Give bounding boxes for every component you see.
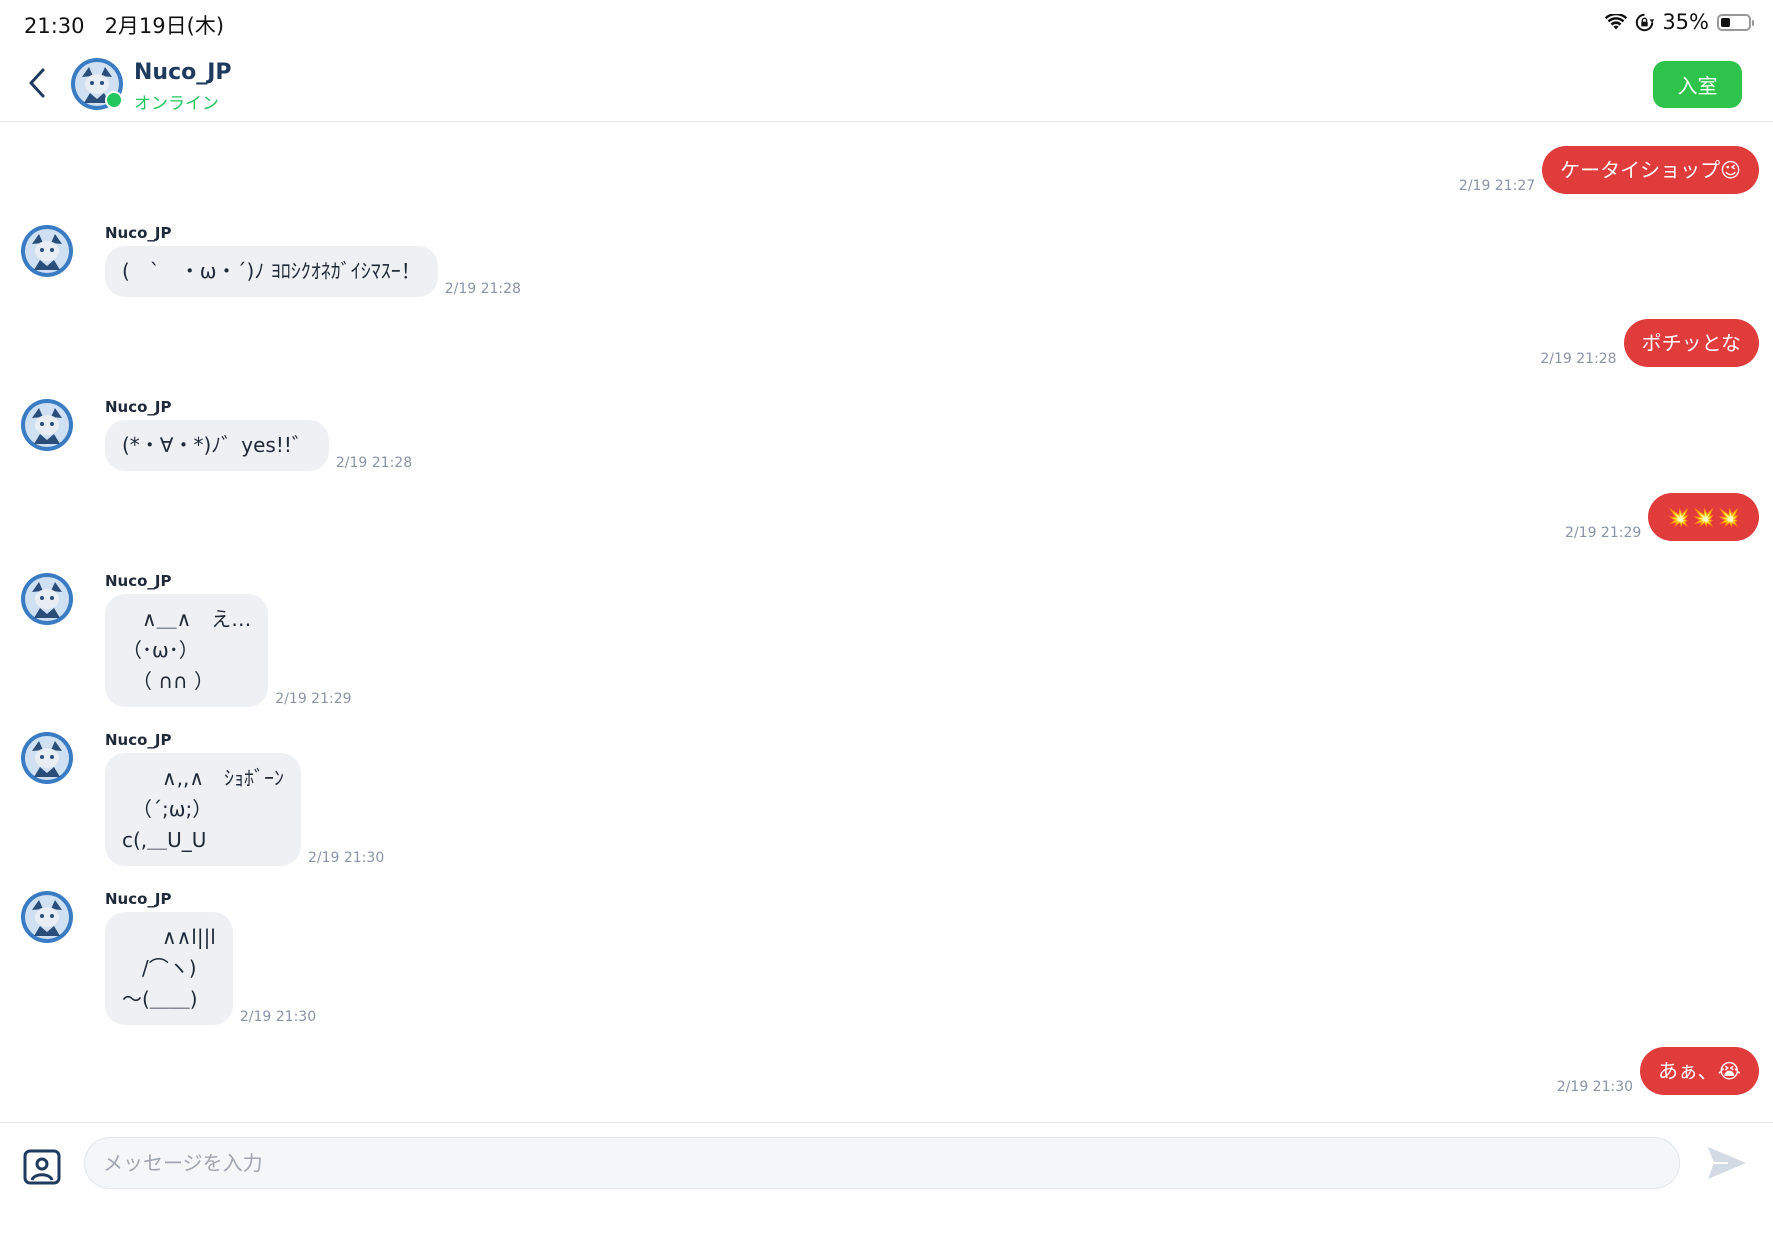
battery-cap (1752, 19, 1754, 26)
message-bubble[interactable]: ∧＿∧ え… （･ω･） （ ∩∩ ） (105, 594, 269, 707)
message-row: ∧∧l||l /⌒ヽ) 〜(＿＿) 2/19 21:30 (105, 912, 316, 1025)
sender-name: Nuco_JP (105, 398, 172, 416)
message-time: 2/19 21:28 (1540, 351, 1617, 367)
message-row: (*・∀・*)ﾉ゛yes!!゛ 2/19 21:28 (105, 420, 412, 471)
message-time: 2/19 21:29 (1565, 525, 1642, 541)
battery-icon (1717, 13, 1754, 31)
avatar[interactable] (20, 224, 74, 278)
contact-status: オンライン (134, 94, 219, 114)
sender-name: Nuco_JP (105, 224, 172, 242)
status-bar: 21:30 2月19日(木) 35% (0, 0, 1773, 48)
message-time: 2/19 21:30 (308, 850, 385, 866)
wifi-icon (1605, 13, 1628, 29)
message-list[interactable]: 2/19 21:27 ケータイショップ😉 Nuco_JP ( ` ・ω・´)ﾉ … (0, 122, 1773, 1122)
message-row: ∧＿∧ え… （･ω･） （ ∩∩ ） 2/19 21:29 (105, 594, 352, 707)
message-body: Nuco_JP ∧∧l||l /⌒ヽ) 〜(＿＿) 2/19 21:30 (105, 888, 316, 1025)
avatar[interactable] (20, 572, 74, 626)
message-body: Nuco_JP ∧＿∧ え… （･ω･） （ ∩∩ ） 2/19 21:29 (105, 570, 352, 707)
clock-date: 2月19日(木) (104, 14, 225, 38)
message-body: Nuco_JP (*・∀・*)ﾉ゛yes!!゛ 2/19 21:28 (105, 396, 412, 471)
message-row: ∧,,∧ ｼｮﾎﾞｰﾝ （´;ω;） c(,＿U_U 2/19 21:30 (105, 753, 384, 866)
avatar[interactable] (20, 731, 74, 785)
message-bubble[interactable]: 💥💥💥 (1648, 493, 1759, 541)
online-indicator (105, 91, 123, 109)
sender-name: Nuco_JP (105, 731, 172, 749)
message-bubble[interactable]: ( ` ・ω・´)ﾉ ﾖﾛｼｸｵﾈｶﾞｲｼﾏｽｰ！ (105, 246, 438, 297)
message-bubble[interactable]: (*・∀・*)ﾉ゛yes!!゛ (105, 420, 329, 471)
send-icon (1708, 1147, 1746, 1179)
message-time: 2/19 21:30 (1556, 1079, 1634, 1095)
enter-room-button[interactable]: 入室 (1653, 61, 1742, 108)
attach-image-button[interactable] (22, 1147, 62, 1187)
avatar[interactable] (20, 398, 74, 452)
message-incoming: Nuco_JP ∧,,∧ ｼｮﾎﾞｰﾝ （´;ω;） c(,＿U_U 2/19 … (20, 729, 384, 866)
status-indicators: 35% (1605, 10, 1754, 34)
chevron-left-icon (29, 68, 45, 98)
message-input[interactable] (84, 1137, 1680, 1189)
message-outgoing: 2/19 21:27 ケータイショップ😉 (1459, 146, 1759, 194)
message-time: 2/19 21:29 (275, 691, 352, 707)
battery-level (1721, 17, 1730, 27)
message-body: Nuco_JP ∧,,∧ ｼｮﾎﾞｰﾝ （´;ω;） c(,＿U_U 2/19 … (105, 729, 384, 866)
back-button[interactable] (18, 60, 58, 104)
message-outgoing: 2/19 21:29 💥💥💥 (1565, 493, 1759, 541)
status-time: 21:30 2月19日(木) (24, 10, 224, 40)
message-bubble[interactable]: ∧∧l||l /⌒ヽ) 〜(＿＿) (105, 912, 233, 1025)
message-bubble[interactable]: ケータイショップ😉 (1542, 146, 1759, 194)
sender-name: Nuco_JP (105, 890, 172, 908)
message-time: 2/19 21:30 (239, 1009, 317, 1025)
message-incoming: Nuco_JP ∧∧l||l /⌒ヽ) 〜(＿＿) 2/19 21:30 (20, 888, 316, 1025)
message-row: ( ` ・ω・´)ﾉ ﾖﾛｼｸｵﾈｶﾞｲｼﾏｽｰ！ 2/19 21:28 (105, 246, 521, 297)
message-incoming: Nuco_JP (*・∀・*)ﾉ゛yes!!゛ 2/19 21:28 (20, 396, 412, 471)
message-incoming: Nuco_JP ∧＿∧ え… （･ω･） （ ∩∩ ） 2/19 21:29 (20, 570, 352, 707)
message-time: 2/19 21:28 (444, 281, 521, 297)
sender-name: Nuco_JP (105, 572, 172, 590)
message-body: Nuco_JP ( ` ・ω・´)ﾉ ﾖﾛｼｸｵﾈｶﾞｲｼﾏｽｰ！ 2/19 2… (105, 222, 521, 297)
message-time: 2/19 21:28 (335, 455, 413, 471)
clock-time: 21:30 (24, 14, 85, 38)
rotation-lock-icon (1636, 13, 1655, 31)
chat-header: Nuco_JP オンライン 入室 (0, 48, 1773, 122)
message-bubble[interactable]: ∧,,∧ ｼｮﾎﾞｰﾝ （´;ω;） c(,＿U_U (105, 753, 301, 866)
message-outgoing: 2/19 21:30 あぁ、😭 (1557, 1047, 1759, 1095)
message-time: 2/19 21:27 (1458, 178, 1536, 194)
message-composer (0, 1122, 1773, 1238)
message-bubble[interactable]: あぁ、😭 (1640, 1047, 1759, 1095)
battery-percentage: 35% (1662, 10, 1709, 34)
message-outgoing: 2/19 21:28 ポチッとな (1540, 319, 1759, 367)
contact-name: Nuco_JP (134, 60, 232, 85)
message-bubble[interactable]: ポチッとな (1623, 319, 1759, 367)
image-icon (23, 1149, 61, 1185)
avatar[interactable] (20, 890, 74, 944)
message-incoming: Nuco_JP ( ` ・ω・´)ﾉ ﾖﾛｼｸｵﾈｶﾞｲｼﾏｽｰ！ 2/19 2… (20, 222, 521, 297)
send-button[interactable] (1706, 1144, 1748, 1182)
